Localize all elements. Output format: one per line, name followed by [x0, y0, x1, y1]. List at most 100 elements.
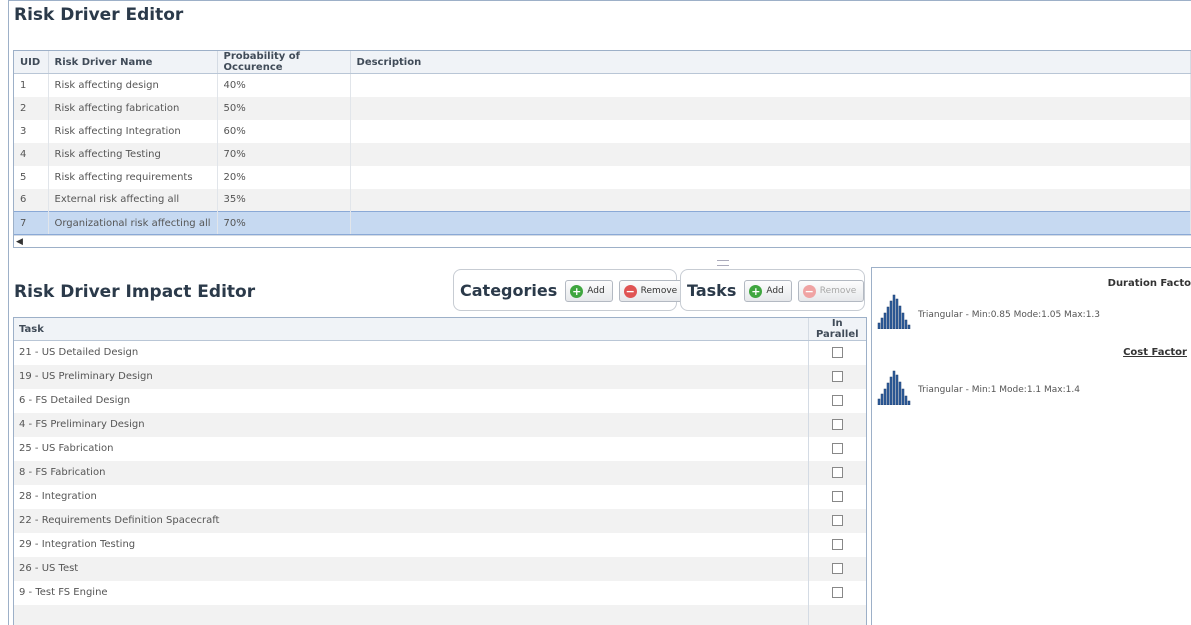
cell-probability: 70% — [217, 142, 351, 166]
table-row[interactable]: 26 - US Test — [14, 556, 866, 581]
table-row[interactable]: 19 - US Preliminary Design — [14, 364, 866, 389]
table-row[interactable]: 3 Risk affecting Integration 60% — [14, 119, 1191, 143]
cell-uid: 3 — [14, 119, 49, 143]
in-parallel-checkbox[interactable] — [831, 347, 843, 358]
cell-uid: 1 — [14, 73, 49, 97]
horizontal-scrollbar[interactable]: ◀ — [14, 235, 1191, 247]
in-parallel-checkbox[interactable] — [831, 418, 843, 430]
cell-probability: 60% — [217, 119, 351, 143]
add-task-button[interactable]: + Add — [744, 280, 792, 302]
factor-panel: Duration Facto Triangular - Min:0.85 Mod… — [871, 267, 1191, 625]
in-parallel-checkbox[interactable] — [831, 490, 843, 502]
cell-description — [350, 96, 1191, 120]
column-header-probability[interactable]: Probability of Occurence — [217, 51, 351, 74]
duration-distribution-text: Triangular - Min:0.85 Mode:1.05 Max:1.3 — [918, 310, 1101, 320]
in-parallel-checkbox[interactable] — [831, 538, 843, 550]
table-row[interactable]: 28 - Integration — [14, 484, 866, 509]
risk-driver-editor-title: Risk Driver Editor — [14, 5, 184, 25]
table-row[interactable]: 8 - FS Fabrication — [14, 460, 866, 485]
scroll-left-icon[interactable]: ◀ — [16, 236, 23, 248]
cell-uid: 7 — [14, 211, 49, 235]
cell-probability: 35% — [217, 188, 351, 212]
add-task-label: Add — [766, 286, 784, 296]
triangular-distribution-icon[interactable] — [877, 291, 911, 329]
triangular-distribution-icon[interactable] — [877, 367, 911, 405]
task-name: 21 - US Detailed Design — [19, 347, 139, 359]
table-row[interactable]: 4 - FS Preliminary Design — [14, 412, 866, 437]
cell-name: Risk affecting Testing — [48, 142, 218, 166]
task-name: 25 - US Fabrication — [19, 443, 114, 454]
cell-description — [350, 188, 1191, 212]
table-row[interactable]: 5 Risk affecting requirements 20% — [14, 165, 1191, 189]
in-parallel-checkbox[interactable] — [831, 514, 843, 526]
table-row[interactable]: 4 Risk affecting Testing 70% — [14, 142, 1191, 166]
column-header-risk-driver-name[interactable]: Risk Driver Name — [48, 51, 218, 74]
cost-distribution-text: Triangular - Min:1 Mode:1.1 Max:1.4 — [918, 385, 1080, 395]
table-row[interactable]: 21 - US Detailed Design — [14, 340, 866, 365]
cell-uid: 6 — [14, 188, 49, 212]
cell-name: Risk affecting Integration — [48, 119, 218, 143]
cell-probability: 20% — [217, 165, 351, 189]
add-category-button[interactable]: + Add — [565, 280, 613, 302]
add-icon: + — [570, 284, 584, 298]
task-grid: Task In Parallel 21 - US Detailed Design… — [13, 317, 867, 625]
in-parallel-checkbox[interactable] — [831, 442, 843, 454]
task-name: 9 - Test FS Engine — [19, 587, 108, 598]
table-row[interactable]: 9 - Test FS Engine — [14, 580, 866, 605]
add-category-label: Add — [587, 286, 605, 296]
cell-description — [350, 119, 1191, 143]
task-name: 26 - US Test — [14, 556, 808, 581]
table-row[interactable]: 6 - FS Detailed Design — [14, 388, 866, 413]
in-parallel-checkbox[interactable] — [831, 394, 843, 406]
cell-probability: 70% — [217, 211, 351, 235]
duration-factor-label[interactable]: Duration Facto — [1108, 278, 1191, 289]
cell-name: Risk affecting fabrication — [48, 96, 218, 120]
cell-name: Risk affecting requirements — [48, 165, 218, 189]
cell-name: Organizational risk affecting all — [48, 211, 218, 235]
remove-category-label: Remove — [640, 286, 678, 296]
tasks-toolbar: Tasks + Add − Remove — [680, 269, 865, 311]
remove-icon: − — [802, 284, 816, 298]
cell-description — [350, 142, 1191, 166]
table-row[interactable]: 29 - Integration Testing — [14, 532, 866, 557]
column-header-task[interactable]: Task — [14, 318, 808, 341]
remove-task-label: Remove — [819, 286, 857, 296]
cell-name: External risk affecting all — [48, 188, 218, 212]
impact-editor-title: Risk Driver Impact Editor — [14, 282, 256, 302]
remove-icon: − — [623, 284, 637, 298]
cost-factor-label[interactable]: Cost Factor — [1123, 347, 1187, 358]
in-parallel-checkbox[interactable] — [831, 370, 843, 382]
cell-probability: 40% — [217, 73, 351, 97]
column-header-uid[interactable]: UID — [14, 51, 49, 74]
table-row[interactable]: 2 Risk affecting fabrication 50% — [14, 96, 1191, 120]
column-header-description[interactable]: Description — [350, 51, 1191, 74]
tasks-label: Tasks — [687, 281, 737, 300]
table-row[interactable]: 25 - US Fabrication — [14, 436, 866, 461]
cell-description — [350, 211, 1191, 235]
table-row-selected[interactable]: 7 Organizational risk affecting all 70% — [14, 211, 1191, 235]
task-name: 28 - Integration — [19, 491, 97, 502]
splitter-handle[interactable] — [717, 260, 729, 266]
in-parallel-checkbox[interactable] — [831, 466, 843, 478]
table-row[interactable]: 22 - Requirements Definition Spacecraft — [14, 508, 866, 533]
in-parallel-checkbox[interactable] — [831, 586, 843, 598]
in-parallel-checkbox[interactable] — [831, 562, 843, 574]
categories-label: Categories — [460, 281, 558, 300]
task-name: 22 - Requirements Definition Spacecraft — [14, 508, 808, 533]
remove-category-button[interactable]: − Remove — [618, 280, 686, 302]
cell-name: Risk affecting design — [48, 73, 218, 97]
task-name: 6 - FS Detailed Design — [19, 395, 131, 406]
cell-uid: 5 — [14, 165, 49, 189]
remove-task-button[interactable]: − Remove — [797, 280, 865, 302]
table-row[interactable]: 6 External risk affecting all 35% — [14, 188, 1191, 212]
cell-uid: 2 — [14, 96, 49, 120]
task-name: 8 - FS Fabrication — [14, 460, 808, 485]
cell-uid: 4 — [14, 142, 49, 166]
table-row-empty — [14, 604, 866, 625]
task-name: 19 - US Preliminary Design — [14, 364, 808, 389]
cell-description — [350, 73, 1191, 97]
task-name: 4 - FS Preliminary Design — [14, 412, 808, 437]
table-row[interactable]: 1 Risk affecting design 40% — [14, 73, 1191, 97]
column-header-in-parallel[interactable]: In Parallel — [807, 318, 866, 341]
task-name: 29 - Integration Testing — [19, 539, 136, 550]
